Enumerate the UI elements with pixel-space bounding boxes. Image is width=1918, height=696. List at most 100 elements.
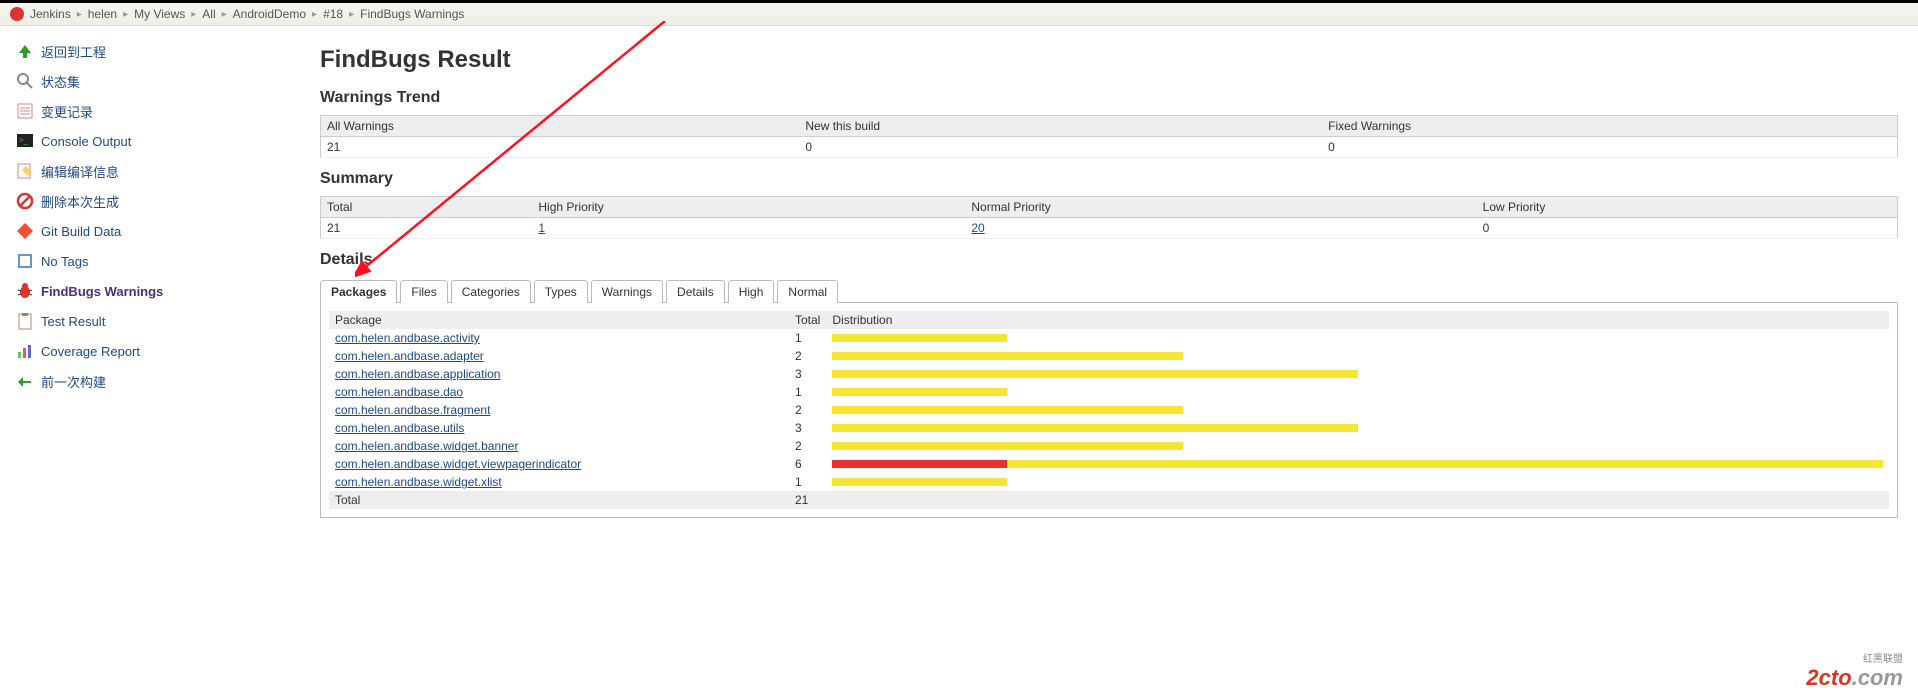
notes-icon	[15, 101, 35, 121]
crumb-user[interactable]: helen	[88, 7, 117, 21]
jenkins-icon	[10, 7, 24, 21]
sidebar-item[interactable]: 删除本次生成	[0, 186, 300, 216]
summary-link[interactable]: 20	[971, 221, 984, 235]
summary-link[interactable]: 1	[538, 221, 545, 235]
trend-cell: 21	[321, 137, 800, 158]
sidebar-link[interactable]: Console Output	[41, 134, 131, 149]
tab-details[interactable]: Details	[666, 280, 725, 303]
sidebar-item[interactable]: 变更记录	[0, 96, 300, 126]
package-link[interactable]: com.helen.andbase.utils	[335, 421, 464, 435]
sidebar-link[interactable]: 前一次构建	[41, 372, 106, 391]
dist-cell	[826, 455, 1889, 473]
total-cell: 6	[789, 455, 826, 473]
sidebar-link[interactable]: No Tags	[41, 254, 88, 269]
crumb-myviews[interactable]: My Views	[134, 7, 185, 21]
clipboard-icon	[15, 311, 35, 331]
distribution-bar	[832, 370, 1883, 378]
package-link[interactable]: com.helen.andbase.widget.xlist	[335, 475, 502, 489]
dist-cell	[826, 473, 1889, 491]
summary-table: TotalHigh PriorityNormal PriorityLow Pri…	[320, 196, 1898, 239]
table-row: com.helen.andbase.adapter 2	[329, 347, 1889, 365]
package-link[interactable]: com.helen.andbase.widget.banner	[335, 439, 518, 453]
distribution-bar	[832, 334, 1883, 342]
dist-cell	[826, 383, 1889, 401]
no-icon	[15, 191, 35, 211]
trend-header: New this build	[799, 116, 1322, 137]
sidebar-item[interactable]: FindBugs Warnings	[0, 276, 300, 306]
git-icon	[15, 221, 35, 241]
dist-cell	[826, 347, 1889, 365]
sidebar-item[interactable]: >_Console Output	[0, 126, 300, 156]
pkg-cell: com.helen.andbase.dao	[329, 383, 789, 401]
table-row: com.helen.andbase.fragment 2	[329, 401, 1889, 419]
distribution-bar	[832, 460, 1883, 468]
pkg-cell: com.helen.andbase.fragment	[329, 401, 789, 419]
crumb-jenkins[interactable]: Jenkins	[30, 7, 71, 21]
pkg-cell: com.helen.andbase.adapter	[329, 347, 789, 365]
pkg-cell: com.helen.andbase.widget.xlist	[329, 473, 789, 491]
watermark: 红黑联盟 2cto.com	[1806, 655, 1903, 691]
sidebar-link[interactable]: 删除本次生成	[41, 192, 119, 211]
distribution-bar	[832, 388, 1883, 396]
sidebar-link[interactable]: Test Result	[41, 314, 105, 329]
total-cell: 1	[789, 383, 826, 401]
sidebar-item[interactable]: 返回到工程	[0, 36, 300, 66]
summary-header: High Priority	[532, 197, 965, 218]
sidebar-link[interactable]: 变更记录	[41, 102, 93, 121]
crumb-page[interactable]: FindBugs Warnings	[360, 7, 464, 21]
sidebar-item[interactable]: Test Result	[0, 306, 300, 336]
details-tabs: PackagesFilesCategoriesTypesWarningsDeta…	[320, 279, 1898, 302]
total-cell: 3	[789, 419, 826, 437]
dist-cell	[826, 365, 1889, 383]
distribution-bar	[832, 406, 1883, 414]
col-total: Total	[789, 311, 826, 329]
summary-cell: 20	[965, 218, 1476, 239]
package-link[interactable]: com.helen.andbase.application	[335, 367, 500, 381]
bug-icon	[15, 281, 35, 301]
sidebar-link[interactable]: Coverage Report	[41, 344, 140, 359]
total-cell: 1	[789, 329, 826, 347]
package-link[interactable]: com.helen.andbase.activity	[335, 331, 480, 345]
crumb-project[interactable]: AndroidDemo	[233, 7, 306, 21]
tab-types[interactable]: Types	[534, 280, 588, 303]
dist-cell	[826, 419, 1889, 437]
package-link[interactable]: com.helen.andbase.dao	[335, 385, 463, 399]
sidebar-item[interactable]: 前一次构建	[0, 366, 300, 396]
trend-cell: 0	[799, 137, 1322, 158]
tab-warnings[interactable]: Warnings	[591, 280, 663, 303]
distribution-bar	[832, 442, 1883, 450]
tab-categories[interactable]: Categories	[451, 280, 531, 303]
total-cell: 2	[789, 437, 826, 455]
sidebar-item[interactable]: Coverage Report	[0, 336, 300, 366]
trend-header: Fixed Warnings	[1322, 116, 1897, 137]
distribution-bar	[832, 424, 1883, 432]
crumb-build[interactable]: #18	[323, 7, 343, 21]
pkg-cell: com.helen.andbase.application	[329, 365, 789, 383]
table-row: com.helen.andbase.widget.banner 2	[329, 437, 1889, 455]
sidebar-link[interactable]: 返回到工程	[41, 42, 106, 61]
package-link[interactable]: com.helen.andbase.fragment	[335, 403, 490, 417]
crumb-all[interactable]: All	[202, 7, 215, 21]
up-arrow-icon	[15, 41, 35, 61]
tab-high[interactable]: High	[728, 280, 775, 303]
tab-normal[interactable]: Normal	[777, 280, 838, 303]
package-link[interactable]: com.helen.andbase.adapter	[335, 349, 484, 363]
sidebar-link[interactable]: FindBugs Warnings	[41, 284, 163, 299]
summary-header: Low Priority	[1477, 197, 1898, 218]
sidebar-link[interactable]: 编辑编译信息	[41, 162, 119, 181]
sidebar-link[interactable]: 状态集	[41, 72, 80, 91]
col-distribution: Distribution	[826, 311, 1889, 329]
sidebar-item[interactable]: No Tags	[0, 246, 300, 276]
tab-files[interactable]: Files	[400, 280, 447, 303]
table-row: com.helen.andbase.utils 3	[329, 419, 1889, 437]
sidebar-item[interactable]: 编辑编译信息	[0, 156, 300, 186]
dist-cell	[826, 329, 1889, 347]
sidebar-link[interactable]: Git Build Data	[41, 224, 121, 239]
sidebar-item[interactable]: 状态集	[0, 66, 300, 96]
trend-heading: Warnings Trend	[320, 89, 1898, 107]
sidebar-item[interactable]: Git Build Data	[0, 216, 300, 246]
breadcrumb: Jenkins▸ helen▸ My Views▸ All▸ AndroidDe…	[0, 3, 1918, 26]
tab-packages[interactable]: Packages	[320, 280, 397, 303]
package-link[interactable]: com.helen.andbase.widget.viewpagerindica…	[335, 457, 581, 471]
table-row-total: Total21	[329, 491, 1889, 509]
